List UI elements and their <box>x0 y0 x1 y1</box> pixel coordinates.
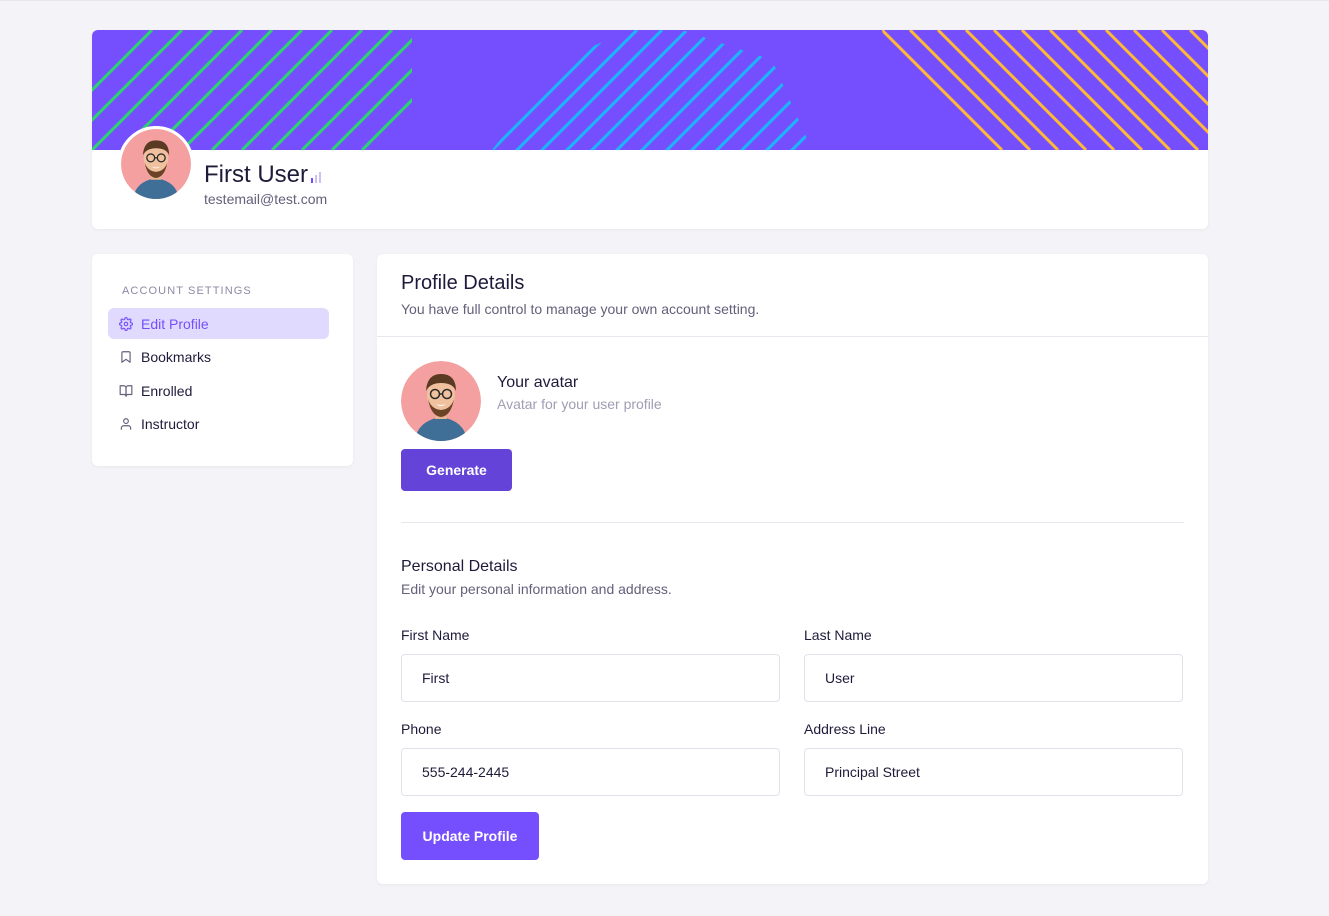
user-name: First User <box>204 161 321 189</box>
update-profile-button[interactable]: Update Profile <box>401 812 539 860</box>
bookmark-icon <box>119 350 133 364</box>
profile-header-card: First User testemail@test.com <box>92 30 1208 229</box>
account-settings-sidebar: ACCOUNT SETTINGS Edit Profile Bookmarks … <box>92 254 353 466</box>
personal-details-subtitle: Edit your personal information and addre… <box>401 581 672 597</box>
gear-icon <box>119 316 133 331</box>
sidebar-item-instructor[interactable]: Instructor <box>108 408 329 439</box>
user-icon <box>119 417 133 431</box>
header-avatar <box>118 126 194 202</box>
address-label: Address Line <box>804 721 886 737</box>
header-divider <box>377 336 1208 337</box>
signal-level-icon <box>311 172 321 183</box>
phone-field[interactable] <box>401 748 780 796</box>
page-title: Profile Details <box>401 272 525 294</box>
user-email: testemail@test.com <box>204 191 328 207</box>
avatar-photo-icon <box>401 361 481 441</box>
sidebar-item-label: Instructor <box>141 415 200 432</box>
phone-label: Phone <box>401 721 442 737</box>
first-name-field[interactable] <box>401 654 780 702</box>
profile-banner <box>92 30 1208 150</box>
banner-pattern <box>92 30 1208 150</box>
last-name-label: Last Name <box>804 627 872 643</box>
avatar-title: Your avatar <box>497 374 579 391</box>
book-icon <box>119 384 133 398</box>
sidebar-item-label: Edit Profile <box>141 315 209 332</box>
avatar-subtitle: Avatar for your user profile <box>497 396 662 412</box>
first-name-label: First Name <box>401 627 470 643</box>
sidebar-item-enrolled[interactable]: Enrolled <box>108 375 329 406</box>
sidebar-item-bookmarks[interactable]: Bookmarks <box>108 341 329 372</box>
generate-button[interactable]: Generate <box>401 449 512 491</box>
page-subtitle: You have full control to manage your own… <box>401 301 760 317</box>
section-divider <box>401 522 1184 523</box>
sidebar-heading: ACCOUNT SETTINGS <box>122 285 252 297</box>
profile-avatar <box>401 361 481 441</box>
profile-details-card: Profile Details You have full control to… <box>377 254 1208 884</box>
avatar-photo-icon <box>121 129 191 199</box>
sidebar-item-label: Enrolled <box>141 382 193 399</box>
user-name-text: First User <box>204 161 308 188</box>
address-field[interactable] <box>804 748 1183 796</box>
sidebar-item-edit-profile[interactable]: Edit Profile <box>108 308 329 339</box>
last-name-field[interactable] <box>804 654 1183 702</box>
personal-details-title: Personal Details <box>401 558 518 575</box>
sidebar-item-label: Bookmarks <box>141 348 212 365</box>
top-border <box>0 0 1329 1</box>
